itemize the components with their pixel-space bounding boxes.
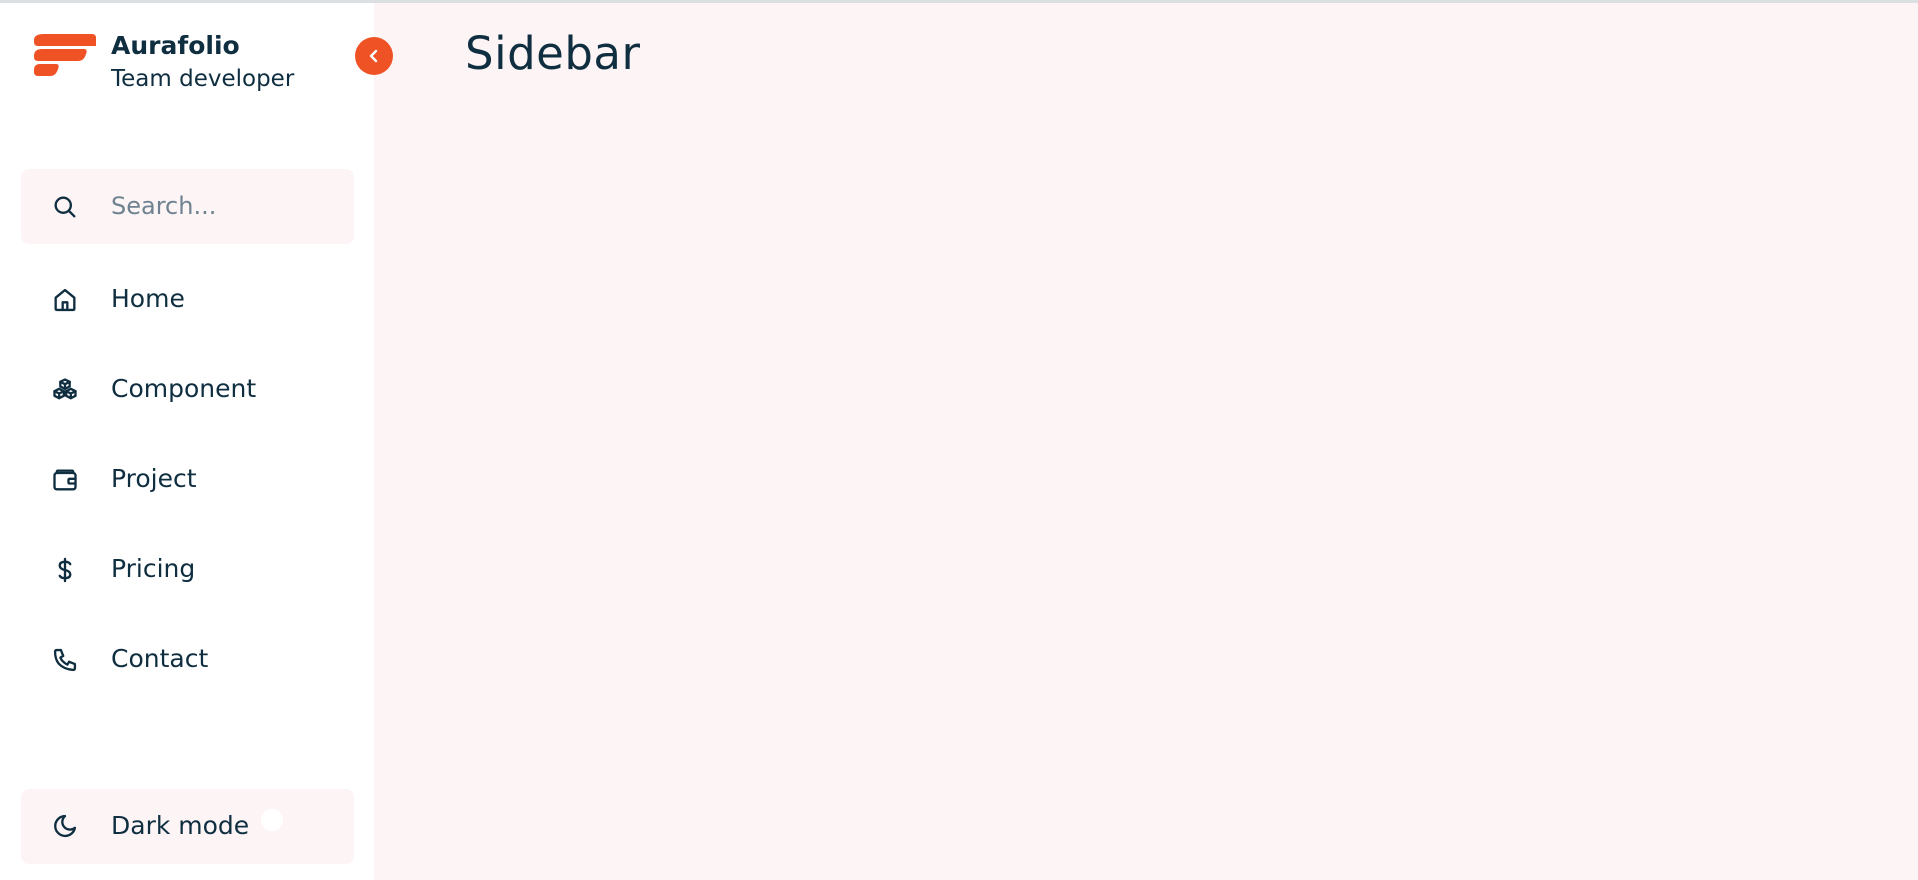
dollar-icon <box>58 557 72 583</box>
sidebar-item-pricing[interactable]: Pricing <box>21 535 354 605</box>
dark-mode-label: Dark mode <box>111 811 250 840</box>
sidebar-item-component[interactable]: Component <box>21 355 354 425</box>
page-title: Sidebar <box>465 27 641 80</box>
dark-mode-toggle[interactable]: Dark mode <box>21 789 354 864</box>
search-box[interactable] <box>21 169 354 244</box>
chevron-left-icon <box>369 49 378 63</box>
brand-name: Aurafolio <box>111 31 240 60</box>
sidebar-item-label: Component <box>111 374 257 403</box>
brand-subtitle: Team developer <box>111 66 295 92</box>
sidebar-item-label: Home <box>111 284 185 313</box>
moon-icon <box>54 814 77 838</box>
wallet-icon <box>53 469 77 491</box>
phone-icon <box>53 648 77 672</box>
main-content: Sidebar <box>374 3 1918 880</box>
sidebar-item-label: Pricing <box>111 554 196 583</box>
sidebar-item-label: Contact <box>111 644 209 673</box>
sidebar-item-contact[interactable]: Contact <box>21 625 354 695</box>
sidebar-item-project[interactable]: Project <box>21 445 354 515</box>
collapse-sidebar-button[interactable] <box>355 37 393 75</box>
sidebar-item-label: Project <box>111 464 197 493</box>
sidebar: Aurafolio Team developer Home Component <box>0 3 374 880</box>
cubes-icon <box>53 378 77 400</box>
search-icon <box>54 196 76 218</box>
home-icon <box>54 288 76 312</box>
aurafolio-logo <box>34 34 96 76</box>
sidebar-item-home[interactable]: Home <box>21 265 354 335</box>
brand-header: Aurafolio Team developer <box>34 31 334 92</box>
toggle-knob[interactable] <box>261 809 283 831</box>
search-input[interactable] <box>111 183 331 229</box>
